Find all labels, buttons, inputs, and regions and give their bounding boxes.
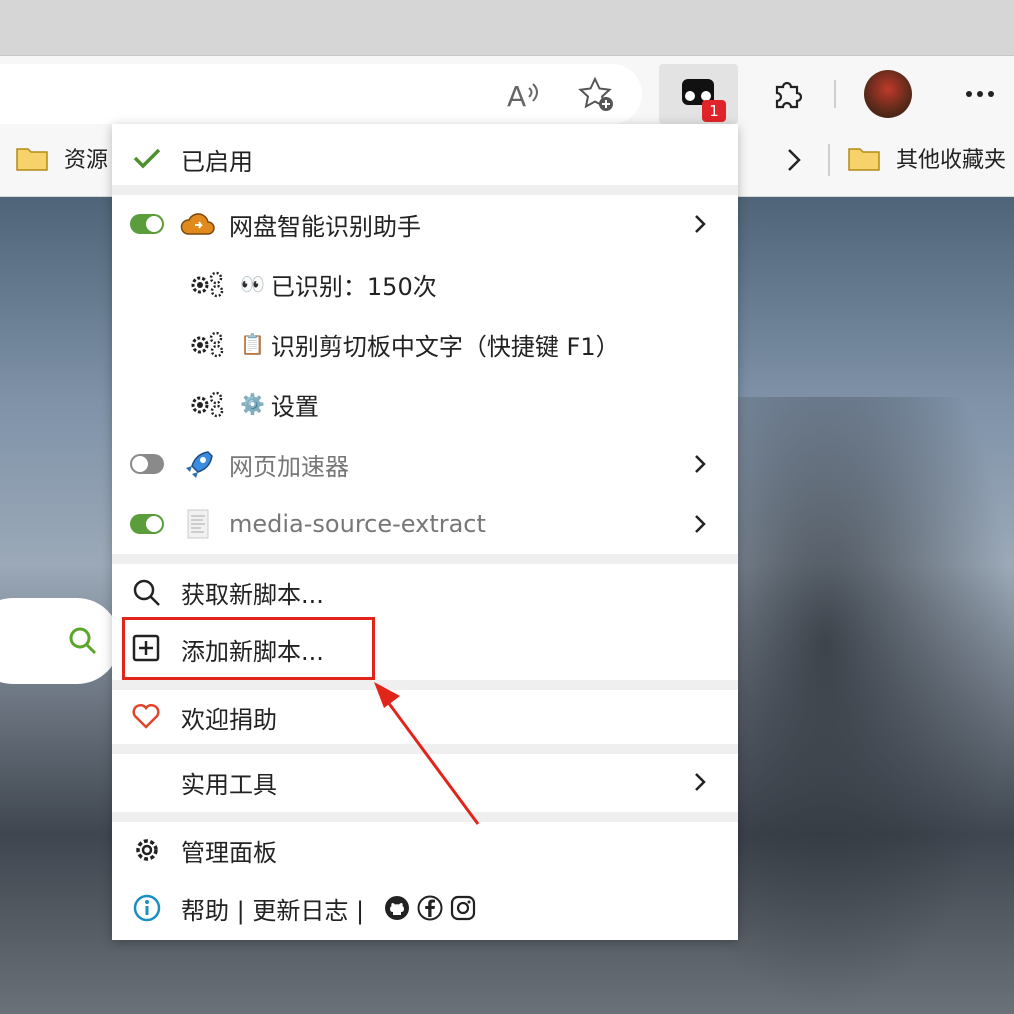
rocket-icon — [186, 451, 213, 478]
menu-item-label: 获取新脚本... — [181, 580, 324, 609]
check-icon — [133, 148, 161, 169]
toolbar-divider — [834, 80, 836, 108]
heart-icon — [132, 703, 160, 729]
script-item-wangpan[interactable]: 网盘智能识别助手 — [112, 196, 738, 252]
command-label: 已识别：150次 — [270, 272, 437, 301]
gear-emoji-icon: ⚙️ — [240, 392, 265, 416]
cloud-disk-icon — [180, 213, 215, 235]
chevron-right-icon — [695, 773, 706, 791]
chevron-right-icon — [695, 455, 706, 473]
enabled-label: 已启用 — [181, 147, 253, 176]
menu-item-enabled[interactable]: 已启用 — [112, 134, 738, 184]
chevron-right-icon — [695, 215, 706, 233]
script-toggle[interactable] — [130, 214, 164, 234]
tampermonkey-extension-button[interactable] — [659, 64, 738, 124]
window-top-strip — [0, 0, 1014, 56]
add-favorite-icon[interactable] — [576, 74, 618, 116]
script-item-media-source-extract[interactable]: media-source-extract — [112, 496, 738, 552]
address-bar[interactable] — [0, 64, 642, 124]
info-icon — [133, 894, 161, 922]
gears-icon — [191, 271, 224, 298]
script-toggle[interactable] — [130, 454, 164, 474]
github-icon[interactable] — [384, 895, 410, 921]
more-menu-icon[interactable] — [960, 80, 1000, 108]
bookmark-label: 其他收藏夹 — [896, 148, 1007, 173]
svg-text:A: A — [507, 80, 526, 112]
command-label: 设置 — [270, 392, 319, 421]
script-file-icon — [187, 509, 209, 539]
instagram-icon[interactable] — [450, 895, 476, 921]
menu-item-label: 管理面板 — [181, 838, 277, 867]
read-aloud-icon[interactable]: A — [504, 76, 544, 114]
clipboard-icon: 📋 — [240, 332, 265, 356]
chevron-right-icon[interactable] — [784, 146, 804, 174]
facebook-icon[interactable] — [417, 895, 443, 921]
gear-icon — [136, 839, 158, 861]
script-command-clipboard-ocr[interactable]: 📋 识别剪切板中文字（快捷键 F1） — [112, 316, 738, 372]
menu-divider — [112, 554, 738, 564]
gears-icon — [191, 331, 224, 358]
bookmark-folder-other[interactable]: 其他收藏夹 — [848, 142, 1006, 174]
bookmark-folder-resources[interactable]: 资源 — [16, 142, 108, 174]
bookmark-divider — [828, 144, 830, 176]
script-toggle[interactable] — [130, 514, 164, 534]
script-name: media-source-extract — [229, 510, 486, 538]
gears-icon — [191, 391, 224, 418]
profile-avatar[interactable] — [864, 70, 912, 118]
page-search-box[interactable] — [0, 598, 120, 684]
folder-icon — [16, 145, 48, 171]
annotation-arrow-icon — [374, 682, 480, 825]
menu-item-label: 实用工具 — [181, 770, 277, 799]
menu-item-label: 欢迎捐助 — [181, 705, 277, 734]
command-label: 识别剪切板中文字（快捷键 F1） — [270, 332, 620, 361]
search-icon — [133, 579, 160, 606]
eyes-icon: 👀 — [240, 272, 265, 296]
footer-links[interactable]: 帮助 | 更新日志 | — [181, 891, 364, 926]
script-name: 网盘智能识别助手 — [229, 212, 421, 241]
chevron-right-icon — [695, 515, 706, 533]
extension-badge: 1 — [702, 100, 726, 122]
extensions-puzzle-icon[interactable] — [768, 74, 808, 114]
menu-item-get-new-script[interactable]: 获取新脚本... — [112, 564, 738, 620]
script-command-recognized-count[interactable]: 👀 已识别：150次 — [112, 256, 738, 312]
menu-divider — [112, 185, 738, 195]
bookmark-label: 资源 — [64, 148, 109, 173]
highlight-box — [122, 617, 375, 680]
script-item-web-accelerator[interactable]: 网页加速器 — [112, 436, 738, 492]
script-command-settings[interactable]: ⚙️ 设置 — [112, 376, 738, 432]
menu-footer: 帮助 | 更新日志 | — [112, 880, 738, 936]
script-name: 网页加速器 — [229, 452, 349, 481]
folder-icon — [848, 145, 880, 171]
